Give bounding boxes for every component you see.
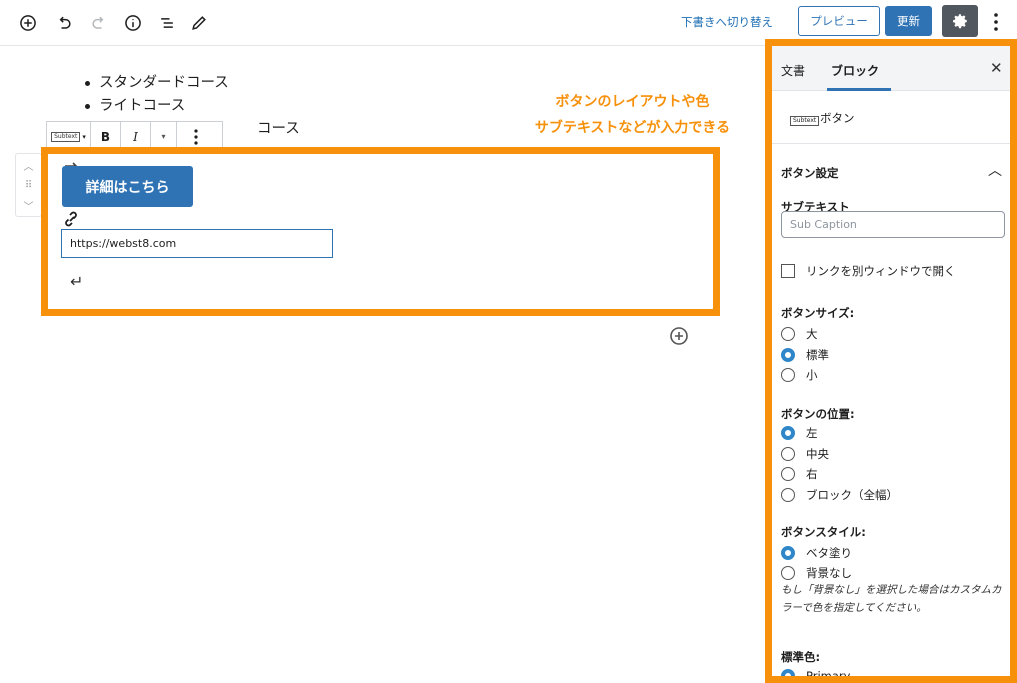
edit-pencil-icon[interactable] xyxy=(187,11,211,35)
undo-icon[interactable] xyxy=(52,11,76,35)
option-label: Primary xyxy=(806,669,851,683)
gear-icon xyxy=(953,14,967,29)
style-note: もし「背景なし」を選択した場合はカスタムカラーで色を指定してください。 xyxy=(781,584,1002,614)
annotation-callout: ボタンのレイアウトや色 サブテキストなどが入力できる xyxy=(510,89,755,141)
radio-checked[interactable] xyxy=(781,426,795,440)
size-option-standard[interactable]: 標準 xyxy=(781,347,829,363)
subtext-block-icon: Subtext xyxy=(51,131,81,142)
active-tab-indicator xyxy=(827,88,891,91)
preview-button[interactable]: プレビュー xyxy=(798,6,880,36)
color-label: 標準色: xyxy=(781,650,821,664)
style-option-no-bg[interactable]: 背景なし xyxy=(781,565,852,581)
radio-checked[interactable] xyxy=(781,669,795,676)
option-label: 背景なし xyxy=(806,566,852,580)
style-label: ボタンスタイル: xyxy=(781,525,866,539)
update-button[interactable]: 更新 xyxy=(885,6,932,36)
chevron-up-icon[interactable]: ︿ xyxy=(988,160,1002,180)
option-label: 左 xyxy=(806,426,818,440)
radio-checked[interactable] xyxy=(781,348,795,362)
color-option-primary[interactable]: Primary xyxy=(781,669,851,683)
position-option-block[interactable]: ブロック（全幅） xyxy=(781,487,898,503)
position-option-right[interactable]: 右 xyxy=(781,466,818,482)
block-card: Subtext ボタン xyxy=(772,92,1010,144)
panel-title[interactable]: ボタン設定 xyxy=(781,165,839,181)
option-label: ブロック（全幅） xyxy=(806,488,898,502)
radio-checked[interactable] xyxy=(781,546,795,560)
kebab-menu-icon xyxy=(194,128,198,145)
callout-line: ボタンのレイアウトや色 xyxy=(555,94,710,110)
option-label: 大 xyxy=(806,327,818,341)
tab-block[interactable]: ブロック xyxy=(831,62,879,79)
switch-to-draft-link[interactable]: 下書きへ切り替え xyxy=(681,14,773,30)
radio[interactable] xyxy=(781,447,795,461)
outline-icon[interactable] xyxy=(155,11,179,35)
add-block-inserter-icon[interactable] xyxy=(669,326,689,346)
radio[interactable] xyxy=(781,368,795,382)
sidebar-tabs: 文書 ブロック ✕ xyxy=(772,46,1010,91)
cta-button[interactable]: 詳細はこちら xyxy=(62,166,193,207)
option-label: 中央 xyxy=(806,447,829,461)
option-label: ベタ塗り xyxy=(806,546,852,560)
caret-down-icon: ▾ xyxy=(82,132,86,141)
chevron-down-icon[interactable]: ﹀ xyxy=(24,198,34,213)
subtext-input[interactable]: Sub Caption xyxy=(781,211,1005,238)
url-input[interactable]: https://webst8.com xyxy=(61,229,333,258)
new-window-option[interactable]: リンクを別ウィンドウで開く xyxy=(781,263,956,279)
chevron-up-icon[interactable]: ︿ xyxy=(24,158,34,173)
block-name: ボタン xyxy=(820,111,855,125)
position-label: ボタンの位置: xyxy=(781,407,855,421)
editor-canvas: スタンダードコース ライトコース コース Subtext ▾ B I ▾ ︿ ⠿… xyxy=(0,47,765,683)
size-option-large[interactable]: 大 xyxy=(781,326,818,342)
new-window-label: リンクを別ウィンドウで開く xyxy=(806,264,956,278)
option-label: 小 xyxy=(806,368,818,382)
size-label: ボタンサイズ: xyxy=(781,306,855,320)
new-window-checkbox[interactable] xyxy=(781,264,795,278)
position-option-left[interactable]: 左 xyxy=(781,425,818,441)
list-item[interactable]: スタンダードコース xyxy=(83,72,300,95)
add-block-icon[interactable] xyxy=(16,11,40,35)
more-options-button[interactable] xyxy=(986,10,1006,34)
settings-gear-button[interactable] xyxy=(942,5,978,37)
drag-handle-icon[interactable]: ⠿ xyxy=(25,180,32,191)
size-option-small[interactable]: 小 xyxy=(781,367,818,383)
redo-icon[interactable] xyxy=(87,11,111,35)
callout-line: サブテキストなどが入力できる xyxy=(534,120,731,136)
style-option-solid[interactable]: ベタ塗り xyxy=(781,545,852,561)
list-item[interactable]: ライトコース xyxy=(83,95,300,118)
subtext-block-icon: Subtext xyxy=(790,116,820,126)
radio[interactable] xyxy=(781,327,795,341)
block-mover: ︿ ⠿ ﹀ xyxy=(15,153,42,217)
link-icon xyxy=(62,211,80,227)
settings-sidebar: 文書 ブロック ✕ Subtext ボタン ボタン設定 ︿ サブテキスト Sub… xyxy=(765,39,1017,683)
radio[interactable] xyxy=(781,467,795,481)
kebab-menu-icon xyxy=(994,13,998,31)
option-label: 右 xyxy=(806,467,818,481)
position-option-center[interactable]: 中央 xyxy=(781,446,829,462)
option-label: 標準 xyxy=(806,348,829,362)
tab-document[interactable]: 文書 xyxy=(781,62,805,79)
radio[interactable] xyxy=(781,566,795,580)
info-icon[interactable] xyxy=(121,11,145,35)
close-icon[interactable]: ✕ xyxy=(990,59,1003,77)
return-icon[interactable]: ↵ xyxy=(70,272,83,291)
radio[interactable] xyxy=(781,488,795,502)
